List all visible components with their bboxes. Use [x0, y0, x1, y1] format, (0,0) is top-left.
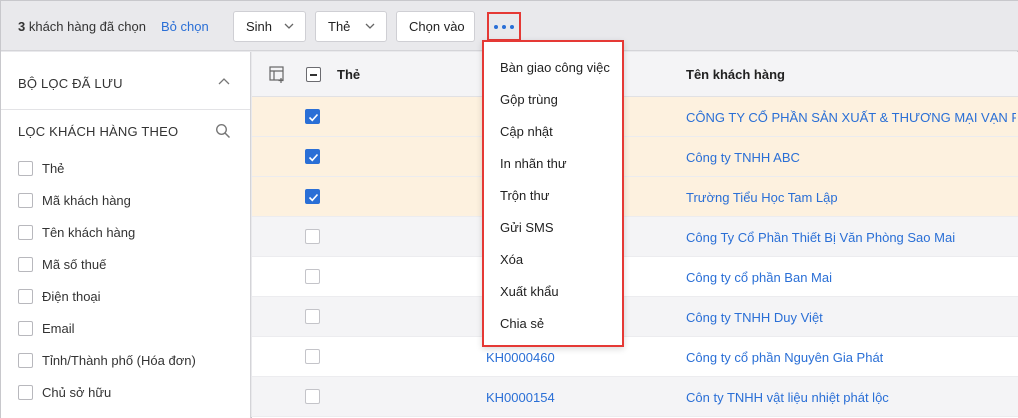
tag-button-label: Thẻ — [328, 19, 351, 34]
row-checkbox[interactable] — [305, 189, 320, 204]
column-header-customer-name[interactable]: Tên khách hàng — [686, 67, 785, 82]
check-icon — [308, 153, 319, 162]
customer-name-link[interactable]: Trường Tiểu Học Tam Lập — [686, 190, 838, 205]
customer-name-link[interactable]: Côn ty TNHH vật liệu nhiệt phát lộc — [686, 390, 889, 405]
select-all-checkbox[interactable] — [306, 67, 321, 82]
filter-item[interactable]: Mã khách hàng — [18, 190, 131, 210]
more-dot — [502, 24, 506, 29]
row-checkbox[interactable] — [305, 389, 320, 404]
table-row[interactable]: KH0000460 Công ty cổ phần Nguyên Gia Phá… — [252, 337, 1018, 377]
filter-sidebar: BỘ LỌC ĐÃ LƯU LỌC KHÁCH HÀNG THEO Thẻ Mã… — [1, 52, 251, 418]
add-to-button-label: Chọn vào — [409, 19, 465, 34]
search-icon[interactable] — [215, 123, 231, 139]
table-row[interactable]: Công ty cổ phần Ban Mai — [252, 257, 1018, 297]
menu-item-mail-merge[interactable]: Trộn thư — [500, 188, 549, 203]
add-to-button[interactable]: Chọn vào — [396, 11, 475, 42]
filter-checkbox[interactable] — [18, 160, 33, 176]
customer-name-link[interactable]: Công ty cổ phần Nguyên Gia Phát — [686, 350, 883, 365]
filter-item[interactable]: Email — [18, 318, 75, 338]
customer-name-link[interactable]: Công ty TNHH ABC — [686, 150, 800, 165]
more-dot — [510, 24, 514, 29]
row-checkbox[interactable] — [305, 109, 320, 124]
table-row[interactable]: Trường Tiểu Học Tam Lập — [252, 177, 1018, 217]
filter-label: Mã số thuế — [42, 256, 107, 272]
menu-item-print-labels[interactable]: In nhãn thư — [500, 156, 567, 171]
filter-by-title: LỌC KHÁCH HÀNG THEO — [18, 124, 179, 139]
table-row[interactable]: Công ty TNHH Duy Việt — [252, 297, 1018, 337]
chevron-up-icon[interactable] — [218, 77, 230, 87]
row-checkbox[interactable] — [305, 149, 320, 164]
customer-code[interactable]: KH0000154 — [486, 390, 555, 405]
menu-item-merge-duplicates[interactable]: Gộp trùng — [500, 92, 558, 107]
menu-item-send-sms[interactable]: Gửi SMS — [500, 220, 554, 235]
divider — [1, 109, 250, 110]
filter-label: Mã khách hàng — [42, 192, 131, 208]
filter-item[interactable]: Tên khách hàng — [18, 222, 135, 242]
chevron-down-icon — [365, 23, 375, 29]
tag-dropdown-button[interactable]: Thẻ — [315, 11, 387, 42]
column-header-tag[interactable]: Thẻ — [337, 67, 360, 82]
generate-button-label: Sinh — [246, 19, 273, 34]
filter-item[interactable]: Thẻ — [18, 158, 64, 178]
more-dots-icon — [494, 24, 498, 29]
table-row[interactable]: KH0000154 Côn ty TNHH vật liệu nhiệt phá… — [252, 377, 1018, 417]
filter-checkbox[interactable] — [18, 384, 33, 400]
row-checkbox[interactable] — [305, 269, 320, 284]
selected-count-label: 3 khách hàng đã chọn — [18, 19, 146, 34]
more-actions-button[interactable] — [487, 12, 521, 41]
row-checkbox[interactable] — [305, 349, 320, 364]
app-frame: 3 khách hàng đã chọn Bỏ chọn Sinh Thẻ Ch… — [0, 0, 1018, 418]
selected-count-text: khách hàng đã chọn — [25, 19, 146, 34]
filter-label: Chủ sở hữu — [42, 384, 112, 400]
column-settings-icon[interactable] — [269, 66, 286, 83]
filter-checkbox[interactable] — [18, 224, 33, 240]
filter-label: Email — [42, 320, 75, 336]
customer-name-link[interactable]: Công ty cổ phần Ban Mai — [686, 270, 832, 285]
customer-table: Thẻ Tên khách hàng CÔNG TY CỔ PHẦN SẢN X… — [252, 52, 1018, 418]
filter-checkbox[interactable] — [18, 352, 33, 368]
filter-checkbox[interactable] — [18, 256, 33, 272]
customer-name-link[interactable]: Công ty TNHH Duy Việt — [686, 310, 823, 325]
filter-item[interactable]: Tỉnh/Thành phố (Hóa đơn) — [18, 350, 196, 370]
more-actions-menu: Bàn giao công việc Gộp trùng Cập nhật In… — [482, 40, 624, 347]
filter-item[interactable]: Mã số thuế — [18, 254, 106, 274]
saved-filters-title: BỘ LỌC ĐÃ LƯU — [18, 76, 123, 91]
customer-name-link[interactable]: Công Ty Cổ Phần Thiết Bị Văn Phòng Sao M… — [686, 230, 955, 245]
filter-checkbox[interactable] — [18, 288, 33, 304]
filter-label: Điện thoại — [42, 288, 101, 304]
table-header: Thẻ Tên khách hàng — [252, 52, 1018, 97]
table-row[interactable]: CÔNG TY CỔ PHẦN SẢN XUẤT & THƯƠNG MẠI VẠ… — [252, 97, 1018, 137]
deselect-link[interactable]: Bỏ chọn — [161, 19, 209, 34]
customer-name-link[interactable]: CÔNG TY CỔ PHẦN SẢN XUẤT & THƯƠNG MẠI VẠ… — [686, 110, 1016, 125]
chevron-down-icon — [284, 23, 294, 29]
menu-item-share[interactable]: Chia sẻ — [500, 316, 544, 331]
table-row[interactable]: Công Ty Cổ Phần Thiết Bị Văn Phòng Sao M… — [252, 217, 1018, 257]
filter-label: Tỉnh/Thành phố (Hóa đơn) — [42, 352, 196, 368]
menu-item-delete[interactable]: Xóa — [500, 252, 523, 267]
generate-dropdown-button[interactable]: Sinh — [233, 11, 306, 42]
filter-label: Tên khách hàng — [42, 224, 136, 240]
check-icon — [308, 113, 319, 122]
filter-item[interactable]: Chủ sở hữu — [18, 382, 111, 402]
row-checkbox[interactable] — [305, 309, 320, 324]
row-checkbox[interactable] — [305, 229, 320, 244]
filter-checkbox[interactable] — [18, 192, 33, 208]
filter-item[interactable]: Điện thoại — [18, 286, 101, 306]
menu-item-handover[interactable]: Bàn giao công việc — [500, 60, 610, 75]
filter-checkbox[interactable] — [18, 320, 33, 336]
filter-label: Thẻ — [42, 160, 65, 176]
menu-item-export[interactable]: Xuất khẩu — [500, 284, 559, 299]
customer-code[interactable]: KH0000460 — [486, 350, 555, 365]
check-icon — [308, 193, 319, 202]
table-row[interactable]: Công ty TNHH ABC — [252, 137, 1018, 177]
menu-item-update[interactable]: Cập nhật — [500, 124, 553, 139]
